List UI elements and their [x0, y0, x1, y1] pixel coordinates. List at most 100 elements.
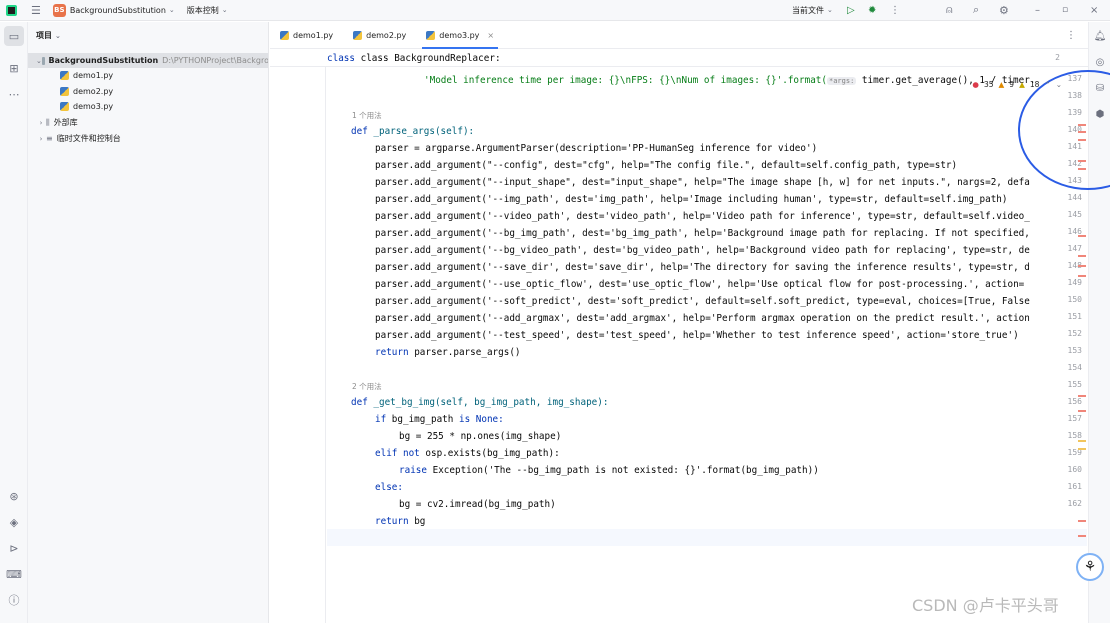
account-icon[interactable]: ⍝ [946, 0, 953, 21]
error-stripe-marker[interactable] [1078, 395, 1086, 397]
error-stripe-marker[interactable] [1078, 131, 1086, 133]
maximize-icon[interactable]: ▫ [1062, 0, 1068, 21]
database-icon[interactable]: ⛁ [1092, 80, 1108, 96]
warning-stripe-marker[interactable] [1078, 448, 1086, 450]
line-number: 2 [1055, 53, 1060, 62]
usage-hint[interactable]: 1 个用法 [352, 110, 382, 121]
line-number[interactable]: 145 [1056, 210, 1082, 219]
title-bar: ☰ BS BackgroundSubstitution ⌄ 版本控制 ⌄ 当前文… [0, 0, 1110, 21]
line-number[interactable]: 139 [1056, 108, 1082, 117]
line-number[interactable]: 144 [1056, 193, 1082, 202]
project-panel-header[interactable]: 项目 ⌄ [28, 22, 268, 49]
chevron-down-icon: ⌄ [827, 6, 833, 14]
line-number[interactable]: 156 [1056, 397, 1082, 406]
line-number[interactable]: 150 [1056, 295, 1082, 304]
run-tool-icon[interactable]: ⊳ [4, 538, 24, 558]
code-view[interactable]: 'Model inference time per image: {}\nFPS… [327, 50, 1087, 623]
project-panel-title: 项目 [36, 31, 52, 40]
vcs-selector[interactable]: 版本控制 ⌄ [187, 0, 228, 21]
error-stripe-marker[interactable] [1078, 139, 1086, 141]
warning-stripe-marker[interactable] [1078, 440, 1086, 442]
line-number[interactable]: 143 [1056, 176, 1082, 185]
chevron-up-icon[interactable]: ⌃ [1044, 80, 1050, 89]
tree-item-file[interactable]: demo2.py [28, 84, 268, 99]
search-icon[interactable]: ⌕ [973, 0, 979, 21]
minimize-icon[interactable]: – [1035, 0, 1040, 21]
error-stripe-marker[interactable] [1078, 255, 1086, 257]
error-stripe-marker[interactable] [1078, 265, 1086, 267]
structure-icon[interactable]: ⊞ [4, 58, 24, 78]
file-name: demo3.py [73, 102, 114, 111]
debug-icon[interactable]: ✹ [868, 0, 876, 21]
line-number[interactable]: 154 [1056, 363, 1082, 372]
inspection-widget[interactable]: ● 35 ▲ 9 ▲ 18 ⌃ ⌄ [972, 80, 1062, 89]
more-tools-icon[interactable]: ⋯ [4, 84, 24, 104]
file-name: demo1.py [73, 71, 114, 80]
line-number[interactable]: 149 [1056, 278, 1082, 287]
line-number[interactable]: 160 [1056, 465, 1082, 474]
line-number[interactable]: 157 [1056, 414, 1082, 423]
chevron-right-icon[interactable]: › [36, 135, 46, 143]
project-badge: BS [52, 3, 66, 17]
python-packages-icon[interactable]: ⊛ [4, 486, 24, 506]
error-stripe-marker[interactable] [1078, 410, 1086, 412]
python-file-icon [60, 87, 69, 96]
close-icon[interactable]: × [1090, 0, 1098, 21]
terminal-icon[interactable]: ⌨ [4, 564, 24, 584]
chevron-right-icon[interactable]: › [36, 119, 46, 127]
error-stripe-marker[interactable] [1078, 520, 1086, 522]
ai-assistant-icon[interactable]: ◎ [1092, 54, 1108, 70]
chevron-down-icon[interactable]: ⌄ [36, 57, 42, 65]
app-logo-icon[interactable] [6, 0, 17, 21]
tree-item-file[interactable]: demo1.py [28, 68, 268, 83]
tree-item-external-libraries[interactable]: › ⫼ 外部库 [28, 115, 268, 130]
layers-icon[interactable]: ◈ [4, 512, 24, 532]
project-tool-icon[interactable]: ▭ [4, 26, 24, 46]
line-number[interactable]: 155 [1056, 380, 1082, 389]
run-icon[interactable]: ▷ [847, 0, 855, 21]
tab-demo1[interactable]: demo1.py [270, 22, 343, 49]
line-number[interactable]: 162 [1056, 499, 1082, 508]
tab-label: demo3.py [439, 30, 480, 40]
tree-item-root[interactable]: ⌄ BackgroundSubstitution D:\PYTHONProjec… [28, 53, 268, 68]
assistant-float-icon[interactable]: ⚘ [1076, 553, 1104, 581]
more-actions-icon[interactable]: ⋮ [890, 0, 900, 21]
code-line: parser = argparse.ArgumentParser(descrip… [375, 143, 818, 154]
run-config-selector[interactable]: 当前文件 ⌄ [792, 0, 833, 21]
tab-options-icon[interactable]: ⋮ [1066, 30, 1076, 41]
tree-item-scratches[interactable]: › ≡ 临时文件和控制台 [28, 131, 268, 146]
line-number[interactable]: 161 [1056, 482, 1082, 491]
line-number[interactable]: 141 [1056, 142, 1082, 151]
line-number[interactable]: 138 [1056, 91, 1082, 100]
project-selector[interactable]: BS BackgroundSubstitution ⌄ [52, 0, 175, 21]
run-config-label: 当前文件 [792, 5, 824, 15]
plugin-icon[interactable]: ⬢ [1092, 106, 1108, 122]
code-line: def _parse_args(self): [351, 126, 475, 137]
tree-item-file[interactable]: demo3.py [28, 99, 268, 114]
line-number[interactable]: 153 [1056, 346, 1082, 355]
gear-icon[interactable]: ⚙ [999, 0, 1009, 21]
line-number[interactable]: 152 [1056, 329, 1082, 338]
error-stripe-marker[interactable] [1078, 124, 1086, 126]
line-number[interactable]: 151 [1056, 312, 1082, 321]
notifications-icon[interactable]: 🔔︎ [1092, 28, 1108, 44]
line-number[interactable]: 158 [1056, 431, 1082, 440]
error-stripe-marker[interactable] [1078, 160, 1086, 162]
problems-icon[interactable]: ⓘ [4, 590, 24, 610]
tab-demo2[interactable]: demo2.py [343, 22, 416, 49]
code-line: parser.add_argument('--save_dir', dest='… [375, 262, 1030, 273]
error-stripe-marker[interactable] [1078, 535, 1086, 537]
error-stripe-marker[interactable] [1078, 168, 1086, 170]
error-stripe-marker[interactable] [1078, 235, 1086, 237]
tab-close-icon[interactable]: × [487, 31, 494, 40]
error-stripe-marker[interactable] [1078, 275, 1086, 277]
python-file-icon [280, 30, 289, 40]
code-line: parser.add_argument("--config", dest="cf… [375, 160, 958, 171]
usage-hint[interactable]: 2 个用法 [352, 381, 382, 392]
line-gutter [270, 50, 326, 623]
chevron-down-icon[interactable]: ⌄ [1056, 80, 1062, 89]
tab-demo3[interactable]: demo3.py × [416, 22, 504, 49]
main-menu-icon[interactable]: ☰ [31, 0, 41, 21]
sticky-scope-header[interactable]: 2 class class BackgroundReplacer: ● 35 ▲ 9… [270, 50, 1088, 89]
line-number[interactable]: 147 [1056, 244, 1082, 253]
